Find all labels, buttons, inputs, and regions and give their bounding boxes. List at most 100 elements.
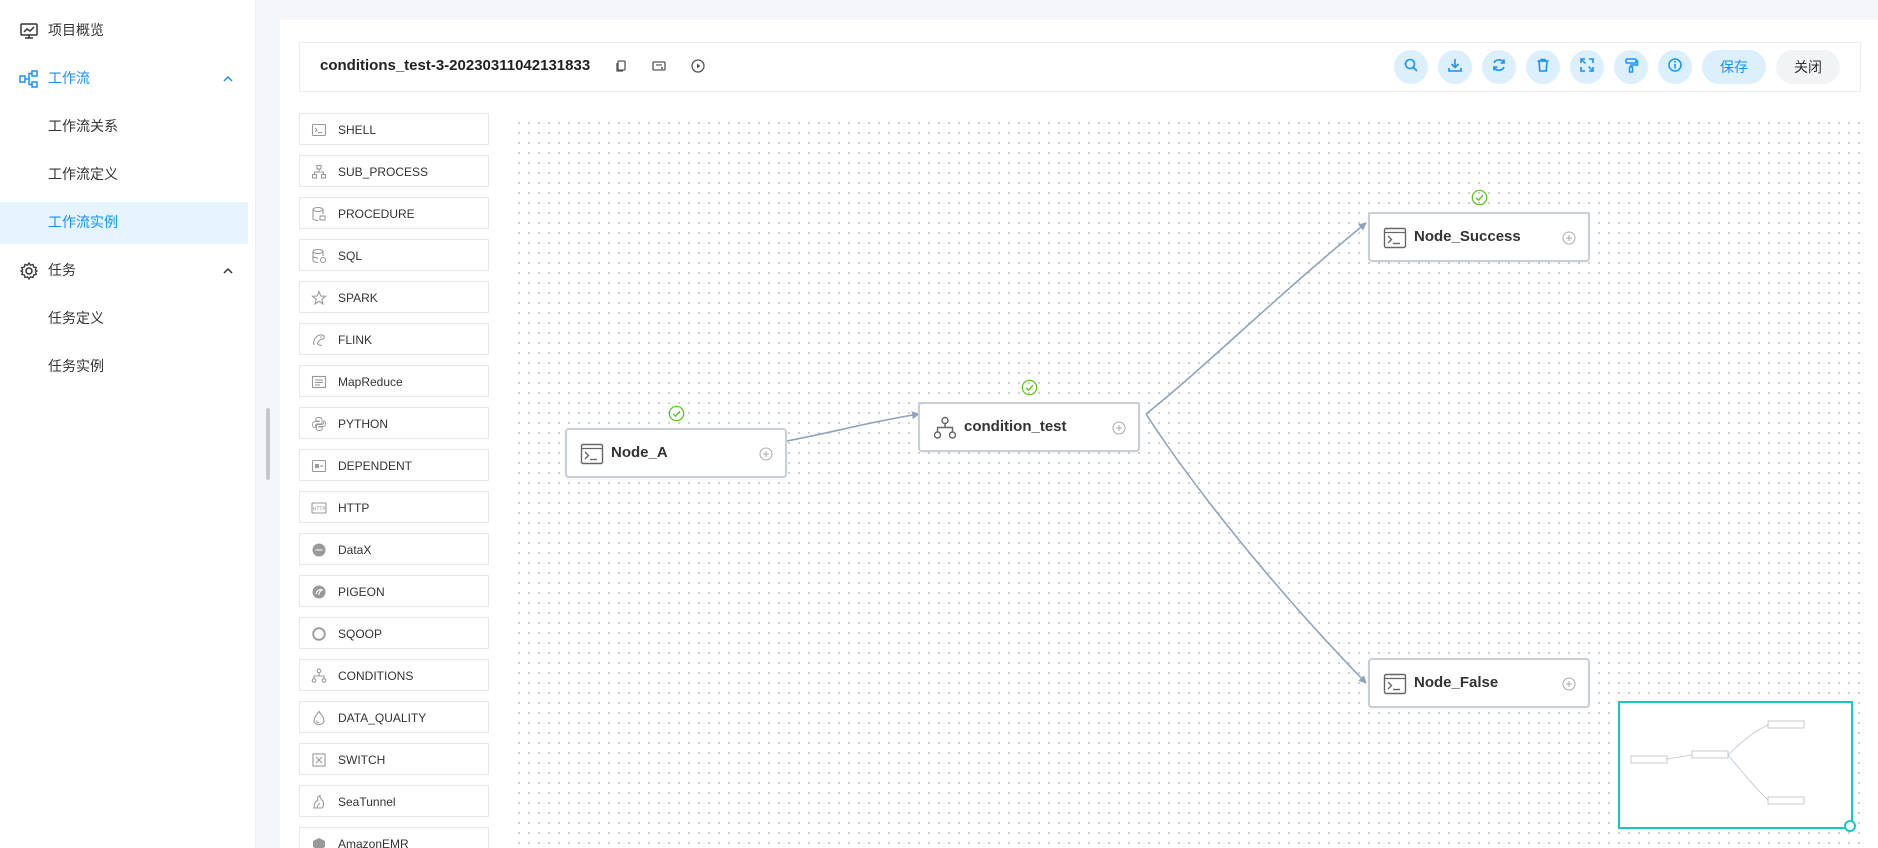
spark-star-icon — [311, 290, 327, 306]
sidebar-item-label: 项目概览 — [48, 23, 104, 39]
refresh-button[interactable] — [1482, 50, 1516, 84]
close-button[interactable]: 关闭 — [1776, 50, 1840, 84]
sidebar-item-label: 工作流定义 — [48, 167, 118, 183]
add-circle-icon[interactable] — [759, 446, 773, 461]
palette-item-sql[interactable]: SQL — [299, 239, 489, 271]
palette-item-pigeon[interactable]: PIGEON — [299, 575, 489, 607]
palette-item-sub-process[interactable]: SUB_PROCESS — [299, 155, 489, 187]
info-icon — [1667, 57, 1683, 77]
sidebar-item-workflow-definition[interactable]: 工作流定义 — [0, 154, 248, 196]
palette-item-shell[interactable]: SHELL — [299, 113, 489, 145]
palette-item-label: PIGEON — [338, 585, 385, 599]
info-button[interactable] — [1658, 50, 1692, 84]
dag-node-node-a[interactable]: Node_A — [565, 428, 787, 478]
copy-icon[interactable] — [613, 58, 629, 74]
sidebar-item-project-overview[interactable]: 项目概览 — [0, 10, 248, 52]
palette-item-data-quality[interactable]: DATA_QUALITY — [299, 701, 489, 733]
save-button[interactable]: 保存 — [1702, 50, 1766, 84]
node-label: Node_A — [611, 444, 668, 461]
pigeon-icon — [311, 584, 327, 600]
shell-terminal-icon — [1383, 226, 1407, 250]
minimap-preview — [1630, 720, 1805, 805]
add-circle-icon[interactable] — [1562, 676, 1576, 691]
delete-button[interactable] — [1526, 50, 1560, 84]
minimap-resize-handle[interactable] — [1844, 820, 1856, 832]
sidebar-scrollbar[interactable] — [266, 408, 270, 480]
sidebar-item-task[interactable]: 任务 — [0, 250, 248, 292]
palette-item-procedure[interactable]: PROCEDURE — [299, 197, 489, 229]
add-circle-icon[interactable] — [1562, 230, 1576, 245]
conditions-icon — [311, 668, 327, 684]
delete-icon — [1535, 57, 1551, 77]
palette-item-switch[interactable]: SWITCH — [299, 743, 489, 775]
chevron-up-icon[interactable] — [220, 263, 236, 279]
dependent-icon — [311, 458, 327, 474]
sql-icon — [311, 248, 327, 264]
switch-icon — [311, 752, 327, 768]
palette-item-seatunnel[interactable]: SeaTunnel — [299, 785, 489, 817]
shell-terminal-icon — [1383, 672, 1407, 696]
refresh-icon — [1491, 57, 1507, 77]
dag-node-condition-test[interactable]: condition_test — [918, 402, 1140, 452]
sidebar-item-label: 工作流实例 — [48, 215, 118, 231]
format-brush-icon — [1623, 57, 1639, 77]
sidebar-item-label: 任务 — [48, 263, 76, 279]
node-label: condition_test — [964, 418, 1067, 435]
sidebar-item-task-instance[interactable]: 任务实例 — [0, 346, 248, 388]
mapreduce-icon — [311, 374, 327, 390]
palette-item-label: SQL — [338, 249, 363, 263]
palette-item-flink[interactable]: FLINK — [299, 323, 489, 355]
sub-process-icon — [311, 164, 327, 180]
minimap[interactable] — [1618, 701, 1853, 829]
fullscreen-button[interactable] — [1570, 50, 1604, 84]
workflow-toolbar: conditions_test-3-20230311042131833 保存 关… — [299, 42, 1861, 92]
palette-item-label: SPARK — [338, 291, 378, 305]
sidebar: 项目概览 工作流 工作流关系 工作流定义 工作流实例 任务 任务定义 任务实例 — [0, 0, 256, 848]
palette-item-sqoop[interactable]: SQOOP — [299, 617, 489, 649]
download-icon — [1447, 57, 1463, 77]
palette-item-label: DataX — [338, 543, 372, 557]
format-button[interactable] — [1614, 50, 1648, 84]
palette-item-label: CONDITIONS — [338, 669, 414, 683]
palette-item-http[interactable]: HTTP HTTP — [299, 491, 489, 523]
search-icon — [1403, 57, 1419, 77]
palette-item-python[interactable]: PYTHON — [299, 407, 489, 439]
sidebar-item-workflow-relation[interactable]: 工作流关系 — [0, 106, 248, 148]
workflow-icon — [19, 69, 39, 89]
palette-item-label: SWITCH — [338, 753, 386, 767]
sidebar-item-task-definition[interactable]: 任务定义 — [0, 298, 248, 340]
palette-item-spark[interactable]: SPARK — [299, 281, 489, 313]
success-check-icon — [668, 405, 685, 422]
startup-params-icon[interactable] — [690, 58, 706, 74]
node-label: Node_Success — [1414, 228, 1521, 245]
palette-item-amazon-emr[interactable]: AmazonEMR — [299, 827, 489, 848]
palette-item-datax[interactable]: DataX — [299, 533, 489, 565]
amazon-emr-icon — [311, 836, 327, 848]
palette-item-label: PYTHON — [338, 417, 389, 431]
palette-item-label: SHELL — [338, 123, 377, 137]
palette-item-mapreduce[interactable]: MapReduce — [299, 365, 489, 397]
palette-item-label: AmazonEMR — [338, 837, 409, 848]
sidebar-item-label: 任务定义 — [48, 311, 104, 327]
shell-terminal-icon — [580, 442, 604, 466]
sidebar-item-workflow[interactable]: 工作流 — [0, 58, 248, 100]
palette-item-label: SUB_PROCESS — [338, 165, 429, 179]
dag-node-node-false[interactable]: Node_False — [1368, 658, 1590, 708]
download-button[interactable] — [1438, 50, 1472, 84]
palette-item-label: DEPENDENT — [338, 459, 413, 473]
chevron-up-icon[interactable] — [220, 71, 236, 87]
success-check-icon — [1021, 379, 1038, 396]
palette-item-dependent[interactable]: DEPENDENT — [299, 449, 489, 481]
palette-item-label: SeaTunnel — [338, 795, 396, 809]
palette-item-label: PROCEDURE — [338, 207, 415, 221]
sidebar-item-workflow-instance[interactable]: 工作流实例 — [0, 202, 248, 244]
data-quality-drop-icon — [311, 710, 327, 726]
palette-item-label: HTTP — [338, 501, 370, 515]
palette-item-conditions[interactable]: CONDITIONS — [299, 659, 489, 691]
variables-icon[interactable] — [651, 58, 667, 74]
sidebar-item-label: 工作流关系 — [48, 119, 118, 135]
search-button[interactable] — [1394, 50, 1428, 84]
sidebar-item-label: 工作流 — [48, 71, 90, 87]
dag-node-node-success[interactable]: Node_Success — [1368, 212, 1590, 262]
add-circle-icon[interactable] — [1112, 420, 1126, 435]
